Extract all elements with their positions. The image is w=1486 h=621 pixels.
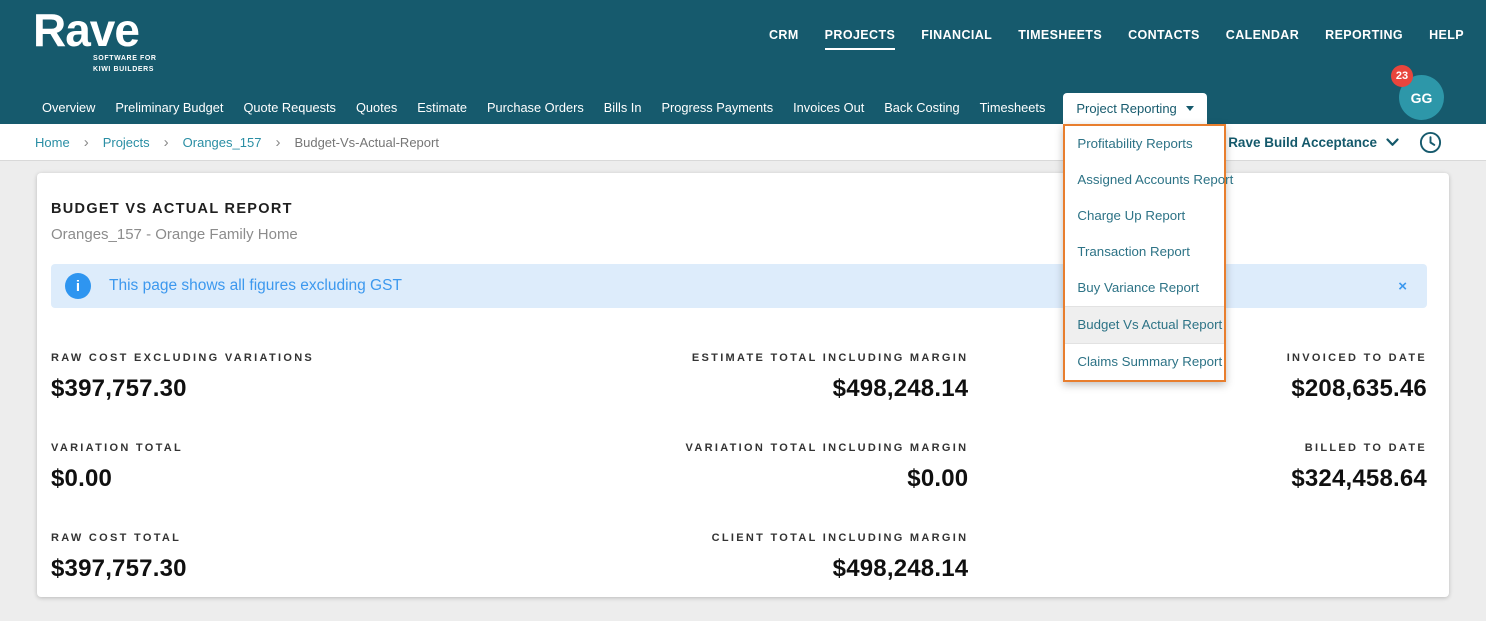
subnav-item-progress-payments[interactable]: Progress Payments — [659, 92, 775, 124]
subnav-item-preliminary-budget[interactable]: Preliminary Budget — [113, 92, 225, 124]
subnav-item-invoices-out[interactable]: Invoices Out — [791, 92, 866, 124]
stat-empty-cell — [968, 532, 1427, 583]
stats-grid: RAW COST EXCLUDING VARIATIONS $397,757.3… — [51, 352, 1427, 583]
clock-icon — [1419, 131, 1442, 153]
subnav-item-quote-requests[interactable]: Quote Requests — [241, 92, 337, 124]
stat-label: RAW COST EXCLUDING VARIATIONS — [51, 352, 315, 364]
nav-item-crm[interactable]: CRM — [769, 28, 799, 50]
stat-value: $0.00 — [907, 465, 969, 492]
stat-label: BILLED TO DATE — [1304, 442, 1427, 454]
logo-wordmark: Rave — [33, 4, 140, 56]
subnav-item-purchase-orders[interactable]: Purchase Orders — [485, 92, 586, 124]
menu-item-transaction-report[interactable]: Transaction Report — [1065, 234, 1224, 270]
nav-item-financial[interactable]: FINANCIAL — [921, 28, 992, 50]
primary-nav: CRM PROJECTS FINANCIAL TIMESHEETS CONTAC… — [769, 28, 1464, 50]
chevron-down-icon — [1386, 137, 1399, 146]
subnav-item-timesheets[interactable]: Timesheets — [978, 92, 1048, 124]
stat-label: RAW COST TOTAL — [51, 532, 182, 544]
stat-value: $0.00 — [51, 465, 113, 492]
breadcrumb-separator: › — [163, 133, 169, 151]
budget-vs-actual-card: BUDGET VS ACTUAL REPORT Oranges_157 - Or… — [37, 173, 1449, 597]
user-avatar-wrap: GG 23 — [1391, 65, 1444, 120]
stat-value: $498,248.14 — [832, 555, 969, 582]
close-icon[interactable]: × — [1398, 279, 1407, 294]
logo-tagline-line2: KIWI BUILDERS — [93, 65, 155, 73]
stat-label: VARIATION TOTAL INCLUDING MARGIN — [685, 442, 969, 454]
breadcrumb-right-tools: Rave Build Acceptance — [1228, 131, 1442, 154]
logo-tagline-line1: SOFTWARE FOR — [93, 55, 157, 63]
history-clock-button[interactable] — [1419, 131, 1442, 154]
breadcrumb-separator: › — [83, 133, 89, 151]
nav-item-help[interactable]: HELP — [1429, 28, 1464, 50]
stat-billed-to-date: BILLED TO DATE $324,458.64 — [968, 442, 1427, 493]
stat-value: $498,248.14 — [832, 375, 969, 402]
menu-item-claims-summary-report[interactable]: Claims Summary Report — [1065, 344, 1224, 380]
stat-raw-cost-total: RAW COST TOTAL $397,757.30 — [51, 532, 510, 583]
nav-item-contacts[interactable]: CONTACTS — [1128, 28, 1200, 50]
nav-item-projects[interactable]: PROJECTS — [824, 28, 896, 50]
breadcrumb-current: Budget-Vs-Actual-Report — [294, 134, 439, 150]
subnav-item-estimate[interactable]: Estimate — [415, 92, 469, 124]
nav-item-reporting[interactable]: REPORTING — [1325, 28, 1403, 50]
app-header: Rave SOFTWARE FOR KIWI BUILDERS CRM PROJ… — [0, 0, 1486, 382]
project-reporting-dropdown: Profitability Reports Assigned Accounts … — [1063, 124, 1233, 382]
chevron-down-icon — [1185, 106, 1194, 111]
subnav-item-back-costing[interactable]: Back Costing — [882, 92, 961, 124]
breadcrumb-oranges-157[interactable]: Oranges_157 — [183, 135, 262, 150]
stat-variation-total: VARIATION TOTAL $0.00 — [51, 442, 510, 493]
project-selector-label: Rave Build Acceptance — [1228, 134, 1377, 150]
rave-logo[interactable]: Rave SOFTWARE FOR KIWI BUILDERS — [33, 6, 157, 75]
stat-label: VARIATION TOTAL — [51, 442, 184, 454]
breadcrumb-home[interactable]: Home — [35, 135, 70, 150]
menu-item-buy-variance-report[interactable]: Buy Variance Report — [1065, 270, 1224, 306]
tab-project-reporting[interactable]: Project Reporting Profitability Reports … — [1063, 93, 1233, 382]
menu-item-profitability-reports[interactable]: Profitability Reports — [1065, 126, 1224, 162]
menu-item-assigned-accounts-report[interactable]: Assigned Accounts Report — [1065, 162, 1233, 198]
breadcrumb: Home › Projects › Oranges_157 › Budget-V… — [35, 135, 439, 150]
project-subnav: Overview Preliminary Budget Quote Reques… — [40, 92, 1233, 382]
project-reporting-label: Project Reporting — [1076, 101, 1177, 116]
stat-value: $397,757.30 — [51, 555, 187, 582]
subnav-item-quotes[interactable]: Quotes — [354, 92, 399, 124]
breadcrumb-projects[interactable]: Projects — [103, 135, 150, 150]
breadcrumb-separator: › — [275, 133, 281, 151]
subnav-item-overview[interactable]: Overview — [40, 92, 97, 124]
stat-value: $324,458.64 — [1291, 465, 1427, 492]
subnav-item-bills-in[interactable]: Bills In — [602, 92, 644, 124]
stat-raw-cost-excluding-variations: RAW COST EXCLUDING VARIATIONS $397,757.3… — [51, 352, 510, 403]
menu-item-charge-up-report[interactable]: Charge Up Report — [1065, 198, 1224, 234]
breadcrumb-bar: Home › Projects › Oranges_157 › Budget-V… — [0, 124, 1486, 161]
project-selector[interactable]: Rave Build Acceptance — [1228, 135, 1399, 150]
logo-tagline: SOFTWARE FOR KIWI BUILDERS — [93, 54, 157, 75]
nav-item-timesheets[interactable]: TIMESHEETS — [1018, 28, 1102, 50]
notification-badge: 23 — [1391, 65, 1413, 87]
banner-text: This page shows all figures excluding GS… — [109, 277, 402, 294]
stat-value: $397,757.30 — [51, 375, 187, 402]
stat-variation-total-including-margin: VARIATION TOTAL INCLUDING MARGIN $0.00 — [510, 442, 969, 493]
stat-estimate-total-including-margin: ESTIMATE TOTAL INCLUDING MARGIN $498,248… — [510, 352, 969, 403]
menu-item-budget-vs-actual-report[interactable]: Budget Vs Actual Report — [1065, 305, 1225, 344]
nav-item-calendar[interactable]: CALENDAR — [1226, 28, 1299, 50]
stat-label: ESTIMATE TOTAL INCLUDING MARGIN — [691, 352, 969, 364]
info-icon: i — [65, 273, 91, 299]
page-content: BUDGET VS ACTUAL REPORT Oranges_157 - Or… — [0, 161, 1486, 597]
stat-client-total-including-margin: CLIENT TOTAL INCLUDING MARGIN $498,248.1… — [510, 532, 969, 583]
stat-label: CLIENT TOTAL INCLUDING MARGIN — [711, 532, 969, 544]
